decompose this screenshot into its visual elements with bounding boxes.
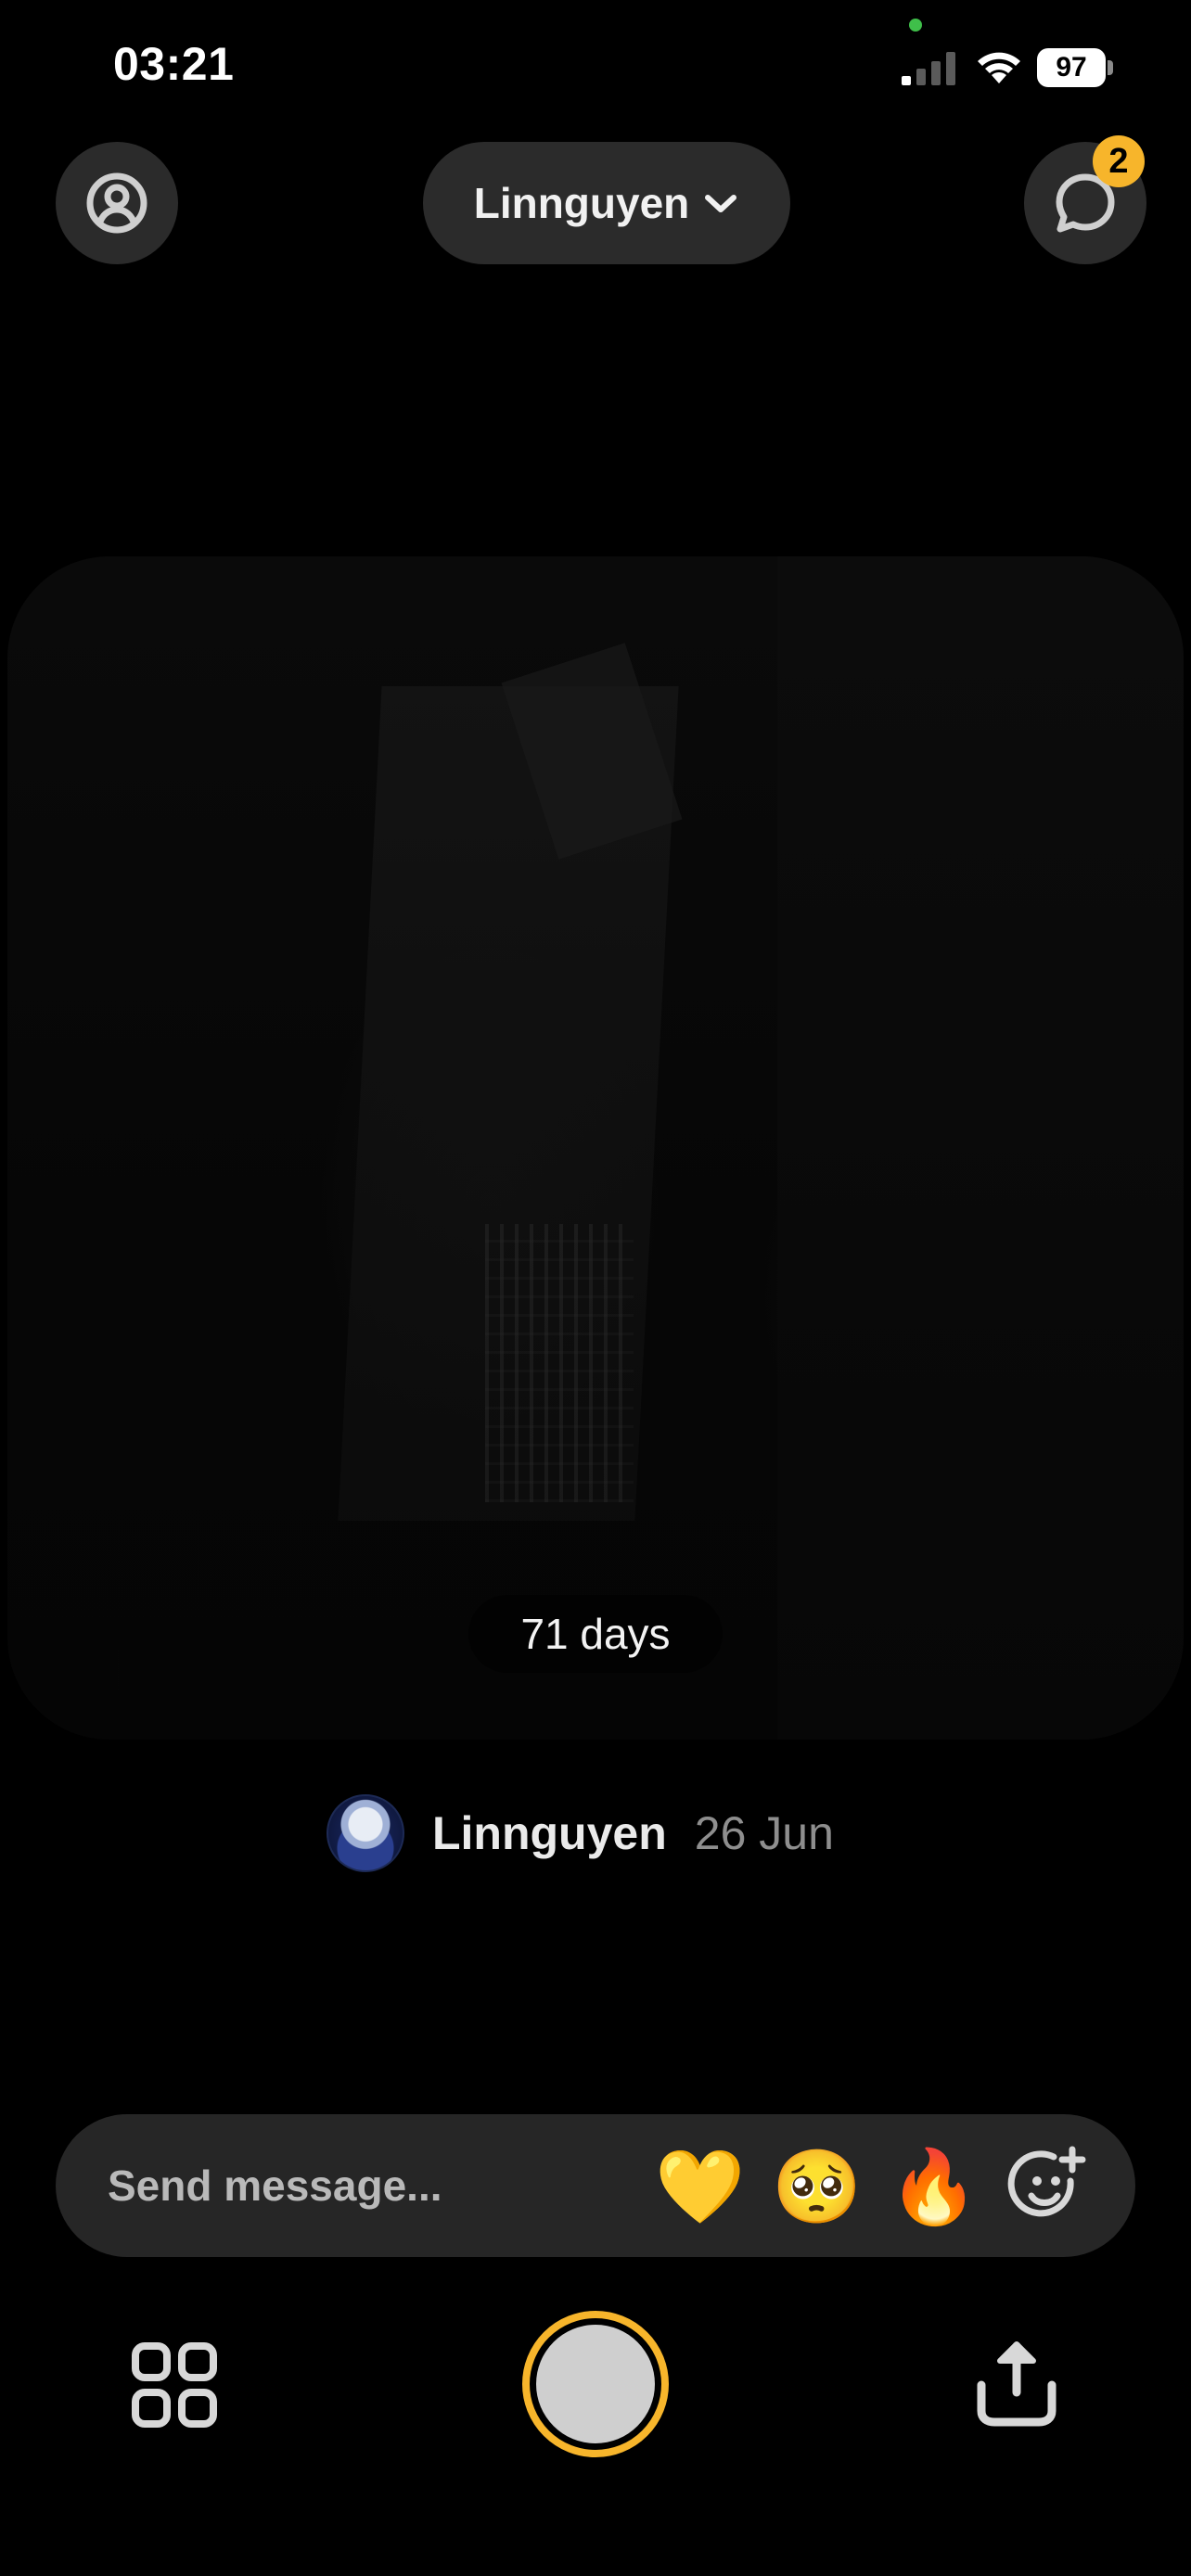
shutter-button[interactable] <box>522 2311 669 2457</box>
reaction-pleading-button[interactable]: 🥺 <box>772 2144 862 2229</box>
chat-badge-count: 2 <box>1093 135 1145 187</box>
signal-icon <box>902 52 955 85</box>
message-input[interactable] <box>108 2151 627 2220</box>
user-circle-icon <box>86 172 147 234</box>
battery-level: 97 <box>1037 48 1106 87</box>
shared-photo[interactable] <box>7 556 1184 1740</box>
profile-button[interactable] <box>56 142 178 264</box>
post-meta: Linnguyen 26 Jun <box>327 1794 834 1872</box>
reaction-heart-button[interactable]: 💛 <box>655 2144 745 2229</box>
smiley-plus-icon[interactable] <box>1005 2144 1091 2229</box>
chevron-down-icon <box>705 195 737 212</box>
grid-icon[interactable] <box>130 2340 219 2429</box>
wifi-icon <box>978 52 1020 83</box>
share-upload-icon[interactable] <box>970 2337 1063 2429</box>
poster-name: Linnguyen <box>432 1807 667 1859</box>
avatar[interactable] <box>327 1794 404 1872</box>
post-date: 26 Jun <box>694 1807 834 1859</box>
reaction-fire-button[interactable]: 🔥 <box>889 2144 979 2229</box>
status-time: 03:21 <box>113 38 235 90</box>
camera-indicator-dot <box>909 19 922 32</box>
friend-selector[interactable]: Linnguyen <box>423 142 790 264</box>
streak-label: 71 days <box>468 1595 723 1673</box>
battery-icon: 97 <box>1037 48 1115 87</box>
friend-selector-label: Linnguyen <box>473 179 690 227</box>
